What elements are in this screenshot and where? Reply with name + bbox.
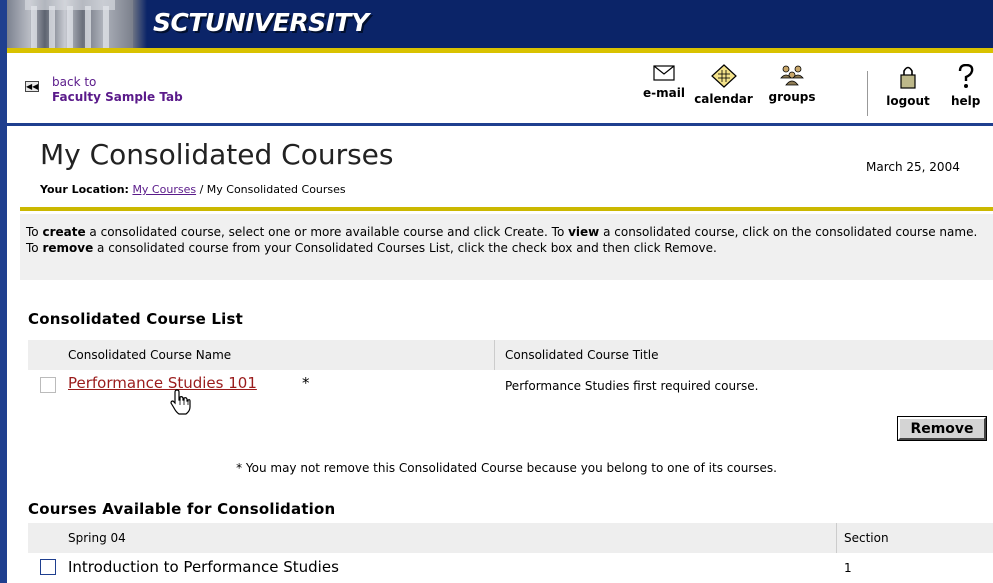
calendar-label: calendar xyxy=(694,92,753,106)
breadcrumb-current: / My Consolidated Courses xyxy=(196,183,346,196)
available-course-section: 1 xyxy=(844,561,852,575)
page-title: My Consolidated Courses xyxy=(40,138,394,171)
help-button[interactable]: help xyxy=(951,64,993,108)
page-date: March 25, 2004 xyxy=(866,160,960,174)
back-to-tab-link[interactable]: Faculty Sample Tab xyxy=(52,90,183,104)
instructions-text: a consolidated course from your Consolid… xyxy=(93,241,717,255)
breadcrumb-label: Your Location: xyxy=(40,183,129,196)
help-label: help xyxy=(951,94,981,108)
toolbar-bottom-rule xyxy=(7,123,993,126)
col-header-course-title: Consolidated Course Title xyxy=(505,348,659,362)
course-checkbox[interactable] xyxy=(40,559,56,575)
left-border-rule xyxy=(0,0,7,583)
available-course-name: Introduction to Performance Studies xyxy=(68,558,339,576)
instructions-box: To create a consolidated course, select … xyxy=(20,214,993,280)
col-header-course-name: Consolidated Course Name xyxy=(68,348,232,362)
not-removable-marker: * xyxy=(302,374,310,392)
logout-button[interactable]: logout xyxy=(877,64,939,108)
email-button[interactable]: e-mail xyxy=(641,64,687,100)
row-checkbox-disabled xyxy=(40,377,56,393)
hand-cursor-icon xyxy=(170,389,191,415)
calendar-button[interactable]: calendar xyxy=(686,64,761,106)
remove-button[interactable]: Remove xyxy=(897,416,987,441)
instructions-create: create xyxy=(42,225,86,239)
consolidated-table-header: Consolidated Course Name Consolidated Co… xyxy=(28,340,993,370)
available-courses-title: Courses Available for Consolidation xyxy=(28,500,336,518)
groups-label: groups xyxy=(768,90,816,104)
padlock-icon xyxy=(900,66,916,89)
footnote: * You may not remove this Consolidated C… xyxy=(236,461,777,475)
col-header-term: Spring 04 xyxy=(68,531,126,545)
logout-label: logout xyxy=(886,94,930,108)
banner-building-photo xyxy=(7,0,133,48)
instructions-view: view xyxy=(568,225,600,239)
table-row: Introduction to Performance Studies 1 xyxy=(28,553,993,583)
breadcrumb: Your Location: My Courses / My Consolida… xyxy=(40,183,346,196)
breadcrumb-my-courses-link[interactable]: My Courses xyxy=(132,183,196,196)
banner: SCTUNIVERSITY xyxy=(7,0,993,48)
instructions-text: a consolidated course, select one or mor… xyxy=(85,225,569,239)
header-gold-rule xyxy=(20,207,993,211)
consolidated-course-title: Performance Studies first required cours… xyxy=(505,379,759,393)
envelope-icon xyxy=(653,65,675,81)
toolbar: ◀◀ back to Faculty Sample Tab e-mail cal… xyxy=(7,53,993,123)
consolidated-course-link[interactable]: Performance Studies 101 xyxy=(68,374,257,392)
calendar-icon xyxy=(710,64,737,88)
col-header-section: Section xyxy=(844,531,889,545)
available-table-header: Spring 04 Section xyxy=(28,523,993,553)
consolidated-list-title: Consolidated Course List xyxy=(28,310,243,328)
instructions-text: To xyxy=(26,225,43,239)
back-arrow-icon[interactable]: ◀◀ xyxy=(25,81,39,92)
groups-button[interactable]: groups xyxy=(761,64,823,104)
toolbar-separator xyxy=(867,71,868,116)
groups-icon xyxy=(780,65,804,86)
banner-logo-title: SCTUNIVERSITY xyxy=(153,8,369,37)
email-label: e-mail xyxy=(643,86,685,100)
back-to-label[interactable]: back to xyxy=(52,75,96,89)
question-mark-icon xyxy=(958,64,974,88)
instructions-remove: remove xyxy=(42,241,94,255)
